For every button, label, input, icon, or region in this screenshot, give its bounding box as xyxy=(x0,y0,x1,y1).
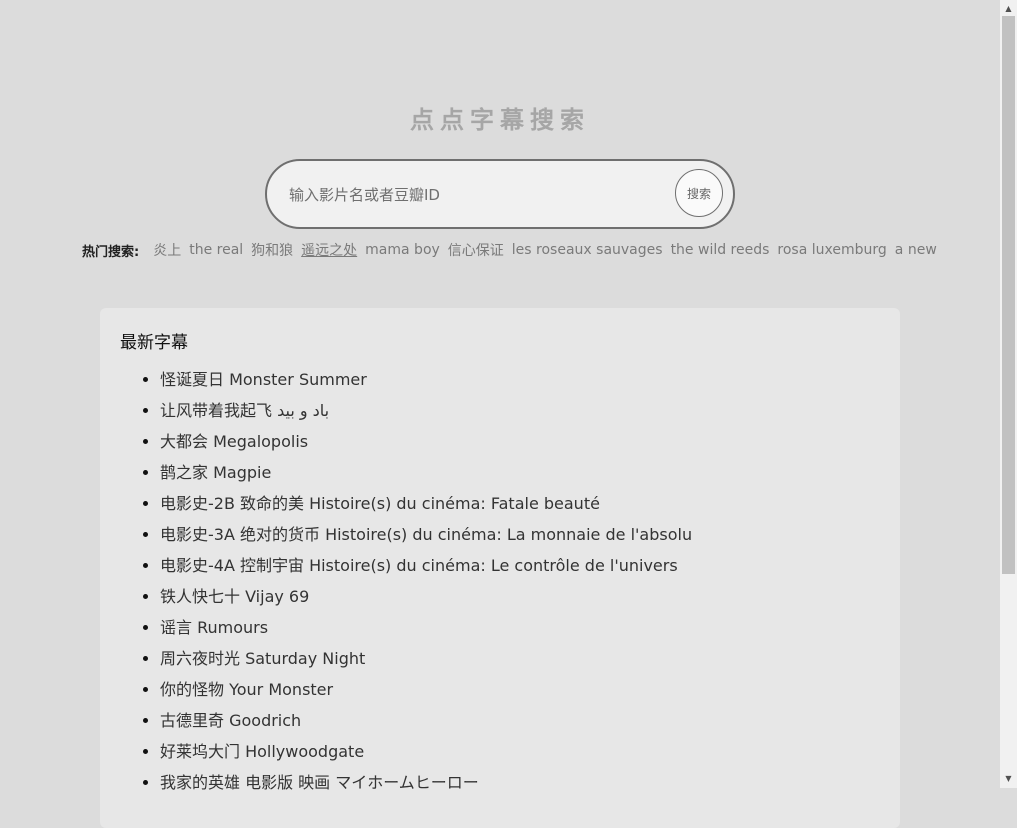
vertical-scrollbar[interactable]: ▲ ▼ xyxy=(1000,0,1017,788)
hot-search-link[interactable]: mama boy xyxy=(365,242,440,258)
hot-search-link[interactable]: 遥远之处 xyxy=(301,240,357,260)
list-item[interactable]: 大都会 Megalopolis xyxy=(160,426,692,457)
site-title: 点点字幕搜索 xyxy=(410,106,590,134)
list-item[interactable]: 铁人快七十 Vijay 69 xyxy=(160,581,692,612)
list-item[interactable]: 电影史-4A 控制宇宙 Histoire(s) du cinéma: Le co… xyxy=(160,550,692,581)
list-item[interactable]: 我家的英雄 电影版 映画 マイホームヒーロー xyxy=(160,767,692,798)
list-item[interactable]: 鹊之家 Magpie xyxy=(160,457,692,488)
list-item[interactable]: 让风带着我起飞 باد و بید xyxy=(160,395,692,426)
latest-subtitles-title: 最新字幕 xyxy=(120,333,188,353)
latest-subtitles-list: 怪诞夏日 Monster Summer 让风带着我起飞 باد و بید 大都… xyxy=(100,364,692,798)
hot-search-link[interactable]: the wild reeds xyxy=(671,242,770,258)
hot-search-link[interactable]: the real xyxy=(189,242,243,258)
hot-searches: 热门搜索: 炎上 the real 狗和狼 遥远之处 mama boy 信心保证… xyxy=(82,240,945,260)
scroll-up-icon[interactable]: ▲ xyxy=(1000,2,1017,16)
hot-search-link[interactable]: a new xyxy=(895,242,937,258)
search-box: 搜索 xyxy=(265,159,735,229)
list-item[interactable]: 你的怪物 Your Monster xyxy=(160,674,692,705)
hot-searches-label: 热门搜索: xyxy=(82,244,140,260)
scroll-down-icon[interactable]: ▼ xyxy=(1000,772,1017,786)
list-item[interactable]: 电影史-3A 绝对的货币 Histoire(s) du cinéma: La m… xyxy=(160,519,692,550)
list-item[interactable]: 周六夜时光 Saturday Night xyxy=(160,643,692,674)
latest-subtitles-panel: 最新字幕 怪诞夏日 Monster Summer 让风带着我起飞 باد و ب… xyxy=(100,308,900,828)
hot-search-link[interactable]: 狗和狼 xyxy=(251,240,293,260)
list-item[interactable]: 电影史-2B 致命的美 Histoire(s) du cinéma: Fatal… xyxy=(160,488,692,519)
list-item[interactable]: 怪诞夏日 Monster Summer xyxy=(160,364,692,395)
search-input[interactable] xyxy=(287,179,671,211)
search-button[interactable]: 搜索 xyxy=(675,169,723,217)
list-item[interactable]: 谣言 Rumours xyxy=(160,612,692,643)
page: 点点字幕搜索 搜索 热门搜索: 炎上 the real 狗和狼 遥远之处 mam… xyxy=(0,0,1000,828)
scrollbar-thumb[interactable] xyxy=(1002,16,1015,574)
hot-search-link[interactable]: rosa luxemburg xyxy=(777,242,886,258)
hot-search-link[interactable]: 炎上 xyxy=(153,240,181,260)
list-item[interactable]: 古德里奇 Goodrich xyxy=(160,705,692,736)
list-item[interactable]: 好莱坞大门 Hollywoodgate xyxy=(160,736,692,767)
hot-search-link[interactable]: les roseaux sauvages xyxy=(512,242,663,258)
hot-search-link[interactable]: 信心保证 xyxy=(448,240,504,260)
